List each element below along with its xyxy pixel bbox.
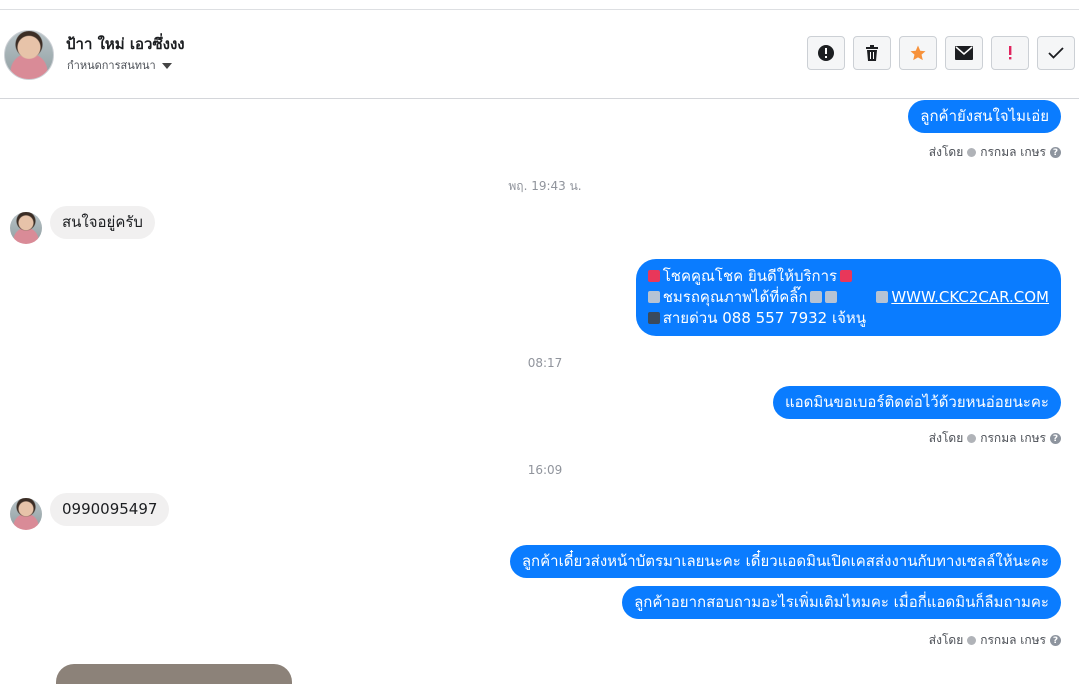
sparkle-icon xyxy=(840,270,853,282)
conversation-settings-dropdown[interactable]: กำหนดการสนทนา xyxy=(67,56,172,74)
trash-icon xyxy=(866,45,878,61)
sender-name: กรกมล เกษร xyxy=(980,145,1046,159)
promo-line-1: โชคคูณโชค ยินดีให้บริการ xyxy=(647,266,1049,287)
contact-avatar[interactable] xyxy=(4,30,54,80)
sent-by-info: ส่งโดย กรกมล เกษร ? xyxy=(929,143,1061,162)
help-icon[interactable]: ? xyxy=(1050,433,1061,444)
incoming-image-attachment[interactable] xyxy=(56,664,292,684)
timestamp: 16:09 xyxy=(527,463,563,477)
incoming-message[interactable]: 0990095497 xyxy=(50,493,170,526)
contact-name[interactable]: ป้าา ใหม่ เอวซึ่งงง xyxy=(66,32,185,56)
sent-by-info: ส่งโดย กรกมล เกษร ? xyxy=(929,631,1061,650)
outgoing-message[interactable]: ลูกค้าเดี๋ยวส่งหน้าบัตรมาเลยนะคะ เดี๋ยวแ… xyxy=(509,545,1061,578)
sender-dot-icon xyxy=(967,636,977,645)
website-link[interactable]: WWW.CKC2CAR.COM xyxy=(891,288,1049,306)
sent-by-label: ส่งโดย xyxy=(928,145,964,159)
phone-icon xyxy=(647,312,660,324)
promo-line-3: สายด่วน 088 557 7932 เจ้หนู xyxy=(647,308,1049,329)
play-icon xyxy=(647,291,660,303)
outgoing-message[interactable]: แอดมินขอเบอร์ติดต่อไว้ด้วยหนอ่อยนะคะ xyxy=(772,386,1061,419)
star-icon xyxy=(910,45,926,61)
caret-down-icon xyxy=(161,62,172,69)
contact-avatar-small[interactable] xyxy=(10,212,42,244)
sender-dot-icon xyxy=(967,148,977,157)
delete-button[interactable] xyxy=(853,36,891,70)
sent-by-label: ส่งโดย xyxy=(928,431,964,445)
outgoing-message[interactable]: ลูกค้าอยากสอบถามอะไรเพิ่มเติมไหมคะ เมื่อ… xyxy=(622,586,1061,619)
timestamp: พฤ. 19:43 น. xyxy=(508,179,582,193)
timestamp: 08:17 xyxy=(527,356,563,370)
sparkle-icon xyxy=(647,270,660,282)
conversation-settings-label: กำหนดการสนทนา xyxy=(67,59,156,72)
sender-dot-icon xyxy=(967,434,977,443)
outgoing-message-promo[interactable]: โชคคูณโชค ยินดีให้บริการ ชมรถคุณภาพได้ที… xyxy=(635,259,1061,336)
star-button[interactable] xyxy=(899,36,937,70)
info-icon xyxy=(818,45,834,61)
envelope-icon xyxy=(955,46,973,60)
action-toolbar xyxy=(807,36,1075,70)
info-button[interactable] xyxy=(807,36,845,70)
outgoing-message[interactable]: ลูกค้ายังสนใจไมเอ่ย xyxy=(908,100,1061,133)
sender-name: กรกมล เกษร xyxy=(980,633,1046,647)
mark-unread-button[interactable] xyxy=(945,36,983,70)
checkmark-icon xyxy=(1048,47,1064,59)
sent-by-label: ส่งโดย xyxy=(928,633,964,647)
message-thread[interactable]: ลูกค้ายังสนใจไมเอ่ย ส่งโดย กรกมล เกษร ? … xyxy=(0,99,1079,684)
sent-by-info: ส่งโดย กรกมล เกษร ? xyxy=(929,429,1061,448)
down-arrow-icon xyxy=(809,291,822,303)
contact-avatar-small[interactable] xyxy=(10,498,42,530)
exclamation-icon xyxy=(1009,46,1012,60)
help-icon[interactable]: ? xyxy=(1050,147,1061,158)
sender-name: กรกมล เกษร xyxy=(980,431,1046,445)
help-icon[interactable]: ? xyxy=(1050,635,1061,646)
down-arrow-icon xyxy=(824,291,837,303)
spam-button[interactable] xyxy=(991,36,1029,70)
promo-line-2: ชมรถคุณภาพได้ที่คลิ๊ก WWW.CKC2CAR.COM xyxy=(647,287,1049,308)
conversation-header: ป้าา ใหม่ เอวซึ่งงง กำหนดการสนทนา xyxy=(0,10,1079,99)
incoming-message[interactable]: สนใจอยู่ครับ xyxy=(50,206,155,239)
mark-done-button[interactable] xyxy=(1037,36,1075,70)
play-icon xyxy=(876,291,889,303)
